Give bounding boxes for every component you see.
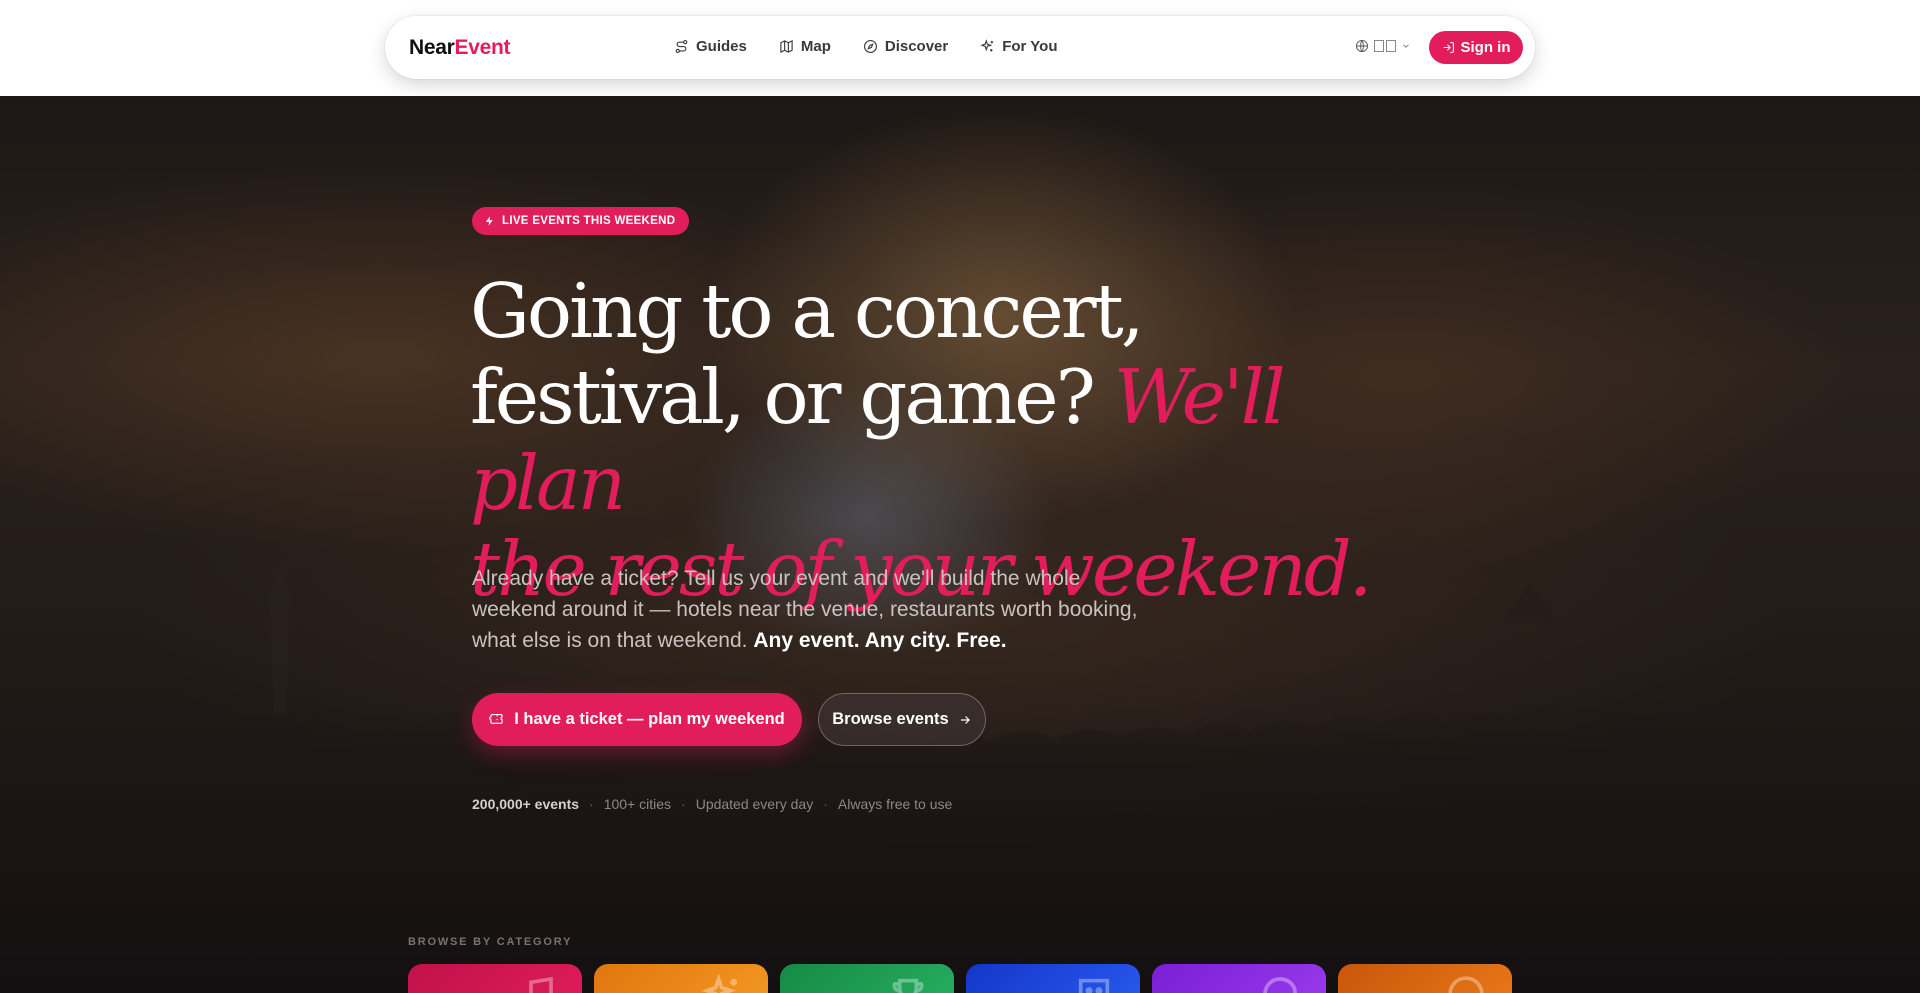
- sparkles-icon: [980, 39, 994, 52]
- log-in-icon: [1443, 42, 1454, 53]
- plan-weekend-button[interactable]: I have a ticket — plan my weekend: [472, 693, 802, 746]
- headline-line-2: festival, or game?: [470, 353, 1096, 441]
- language-selector[interactable]: [1355, 39, 1411, 53]
- sign-in-button[interactable]: Sign in: [1429, 31, 1523, 64]
- category-tile-music[interactable]: [408, 964, 582, 993]
- route-icon: [675, 40, 688, 53]
- nav-link-map[interactable]: Map: [779, 38, 831, 55]
- stat-updated: Updated every day: [695, 796, 814, 812]
- logo-text-near: Near: [409, 36, 455, 59]
- main-nav: Guides Map Discover For You: [674, 38, 1090, 55]
- browse-events-label: Browse events: [832, 710, 949, 728]
- ticket-icon: [489, 713, 503, 724]
- sign-in-label: Sign in: [1460, 39, 1511, 56]
- logo-text-event: Event: [454, 36, 511, 59]
- category-tile-theatre[interactable]: [966, 964, 1140, 993]
- nav-link-label: Map: [800, 38, 831, 55]
- nav-link-for-you[interactable]: For You: [980, 38, 1058, 55]
- stat-separator: ·: [823, 796, 828, 812]
- nav-link-label: For You: [1002, 38, 1058, 55]
- compass-icon: [863, 40, 877, 53]
- browse-events-button[interactable]: Browse events: [818, 693, 986, 746]
- language-flag: [1374, 40, 1396, 52]
- stat-events: 200,000+ events: [472, 796, 580, 812]
- arrow-right-icon: [960, 715, 970, 724]
- nav-link-discover[interactable]: Discover: [863, 38, 948, 55]
- palette-icon: [1263, 977, 1297, 993]
- browse-by-category-label: BROWSE BY CATEGORY: [408, 936, 573, 948]
- nav-link-label: Guides: [696, 38, 747, 55]
- nav-link-guides[interactable]: Guides: [674, 38, 747, 55]
- category-tiles: [408, 964, 1512, 993]
- lightning-icon: [485, 216, 493, 226]
- smile-icon: [1448, 976, 1484, 993]
- live-events-badge: LIVE EVENTS THIS WEEKEND: [472, 207, 690, 235]
- category-tile-sports[interactable]: [780, 964, 954, 993]
- category-tile-comedy[interactable]: [1338, 964, 1512, 993]
- map-icon: [780, 39, 793, 54]
- stat-free: Always free to use: [837, 796, 953, 812]
- stat-separator: ·: [589, 796, 594, 812]
- stat-cities: 100+ cities: [603, 796, 672, 812]
- stat-separator: ·: [681, 796, 686, 812]
- badge-label: LIVE EVENTS THIS WEEKEND: [502, 215, 676, 227]
- sparkles-icon: [702, 974, 737, 993]
- nav-link-label: Discover: [884, 38, 949, 55]
- headline-line-1: Going to a concert,: [470, 267, 1145, 355]
- plan-weekend-label: I have a ticket — plan my weekend: [514, 710, 785, 728]
- hero-headline: Going to a concert, festival, or game? W…: [470, 268, 1410, 612]
- category-tile-festivals[interactable]: [594, 964, 768, 993]
- hero-subtext-emphasis: Any event. Any city. Free.: [753, 629, 1007, 652]
- category-tile-arts[interactable]: [1152, 964, 1326, 993]
- chevron-down-icon: [1403, 44, 1409, 48]
- globe-icon: [1355, 39, 1369, 53]
- logo[interactable]: NearEvent: [409, 36, 510, 60]
- mask-icon: [1078, 978, 1110, 993]
- trophy-icon: [892, 978, 924, 993]
- hero-stats: 200,000+ events · 100+ cities · Updated …: [472, 796, 952, 812]
- hero-subtext: Already have a ticket? Tell us your even…: [472, 563, 1152, 656]
- music-icon: [529, 976, 553, 993]
- hero-section: LIVE EVENTS THIS WEEKEND Going to a conc…: [0, 96, 1920, 993]
- navbar: NearEvent Guides Map Discover For You Si…: [385, 16, 1535, 79]
